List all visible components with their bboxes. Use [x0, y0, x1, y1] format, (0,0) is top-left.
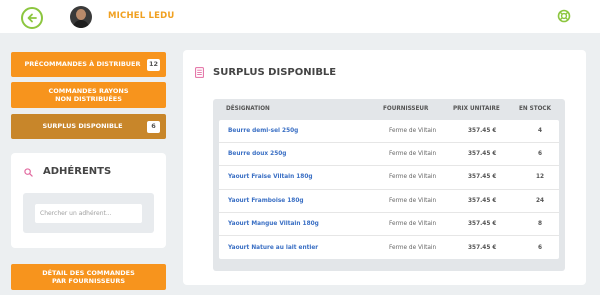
page-title: SURPLUS DISPONIBLE: [213, 67, 337, 78]
lifebuoy-icon[interactable]: [557, 9, 571, 23]
product-name[interactable]: Yaourt Nature au lait entier: [228, 245, 318, 251]
stock-count: 24: [535, 197, 545, 204]
supplier-name: Ferme de Viltain: [389, 174, 437, 181]
surplus-count-badge: 6: [147, 120, 160, 133]
product-name[interactable]: Beurre doux 250g: [228, 151, 286, 157]
table-body: Beurre demi-sel 250g Ferme de Viltain 35…: [219, 120, 559, 260]
unit-price: 357.45 €: [468, 174, 497, 181]
column-header-fournisseur[interactable]: FOURNISSEUR: [383, 106, 428, 112]
precommandes-count-badge: 12: [146, 58, 160, 71]
top-bar: MICHEL LEDU: [0, 0, 600, 33]
stock-count: 12: [535, 174, 545, 181]
unit-price: 357.45 €: [468, 151, 497, 158]
supplier-name: Ferme de Viltain: [389, 220, 437, 227]
avatar[interactable]: [70, 6, 92, 28]
stock-count: 6: [537, 151, 543, 158]
product-name[interactable]: Yaourt Fraise Viltain 180g: [228, 174, 313, 180]
table-row[interactable]: Beurre doux 250g Ferme de Viltain 357.45…: [219, 143, 559, 167]
precommandes-label: PRÉCOMMANDES À DISTRIBUER: [24, 60, 141, 69]
adherent-search-box: [23, 193, 154, 233]
surplus-disponible-label: SURPLUS DISPONIBLE: [42, 122, 123, 131]
unit-price: 357.45 €: [468, 197, 497, 204]
column-header-designation[interactable]: DÉSIGNATION: [226, 106, 270, 112]
supplier-name: Ferme de Viltain: [389, 244, 437, 251]
back-button[interactable]: [21, 7, 43, 29]
precommandes-button[interactable]: PRÉCOMMANDES À DISTRIBUER 12: [11, 52, 166, 77]
unit-price: 357.45 €: [468, 244, 497, 251]
table-row[interactable]: Yaourt Framboise 180g Ferme de Viltain 3…: [219, 190, 559, 213]
table-row[interactable]: Yaourt Nature au lait entier Ferme de Vi…: [219, 236, 559, 259]
table-row[interactable]: Yaourt Fraise Viltain 180g Ferme de Vilt…: [219, 166, 559, 190]
arrow-left-icon: [27, 13, 37, 23]
surplus-table: DÉSIGNATION FOURNISSEUR PRIX UNITAIRE EN…: [213, 99, 565, 271]
table-row[interactable]: Yaourt Mangue Viltain 180g Ferme de Vilt…: [219, 213, 559, 236]
search-icon: [24, 168, 33, 177]
supplier-name: Ferme de Viltain: [389, 151, 437, 158]
adherents-panel: ADHÉRENTS: [11, 153, 166, 248]
product-name[interactable]: Yaourt Mangue Viltain 180g: [228, 221, 319, 227]
commandes-rayons-button[interactable]: COMMANDES RAYONS NON DISTRIBUÉES: [11, 82, 166, 108]
commandes-rayons-label: COMMANDES RAYONS NON DISTRIBUÉES: [48, 86, 129, 103]
table-row[interactable]: Beurre demi-sel 250g Ferme de Viltain 35…: [219, 120, 559, 144]
stock-count: 4: [537, 128, 543, 135]
detail-commandes-button[interactable]: DÉTAIL DES COMMANDES PAR FOURNISSEURS: [11, 264, 166, 290]
supplier-name: Ferme de Viltain: [389, 128, 437, 135]
surplus-panel: SURPLUS DISPONIBLE DÉSIGNATION FOURNISSE…: [183, 50, 586, 285]
document-list-icon: [195, 67, 204, 78]
surplus-disponible-button[interactable]: SURPLUS DISPONIBLE 6: [11, 114, 166, 139]
column-header-en-stock[interactable]: EN STOCK: [519, 106, 551, 112]
detail-commandes-label: DÉTAIL DES COMMANDES PAR FOURNISSEURS: [42, 268, 135, 285]
adherents-title: ADHÉRENTS: [43, 166, 112, 177]
supplier-name: Ferme de Viltain: [389, 197, 437, 204]
unit-price: 357.45 €: [468, 220, 497, 227]
unit-price: 357.45 €: [468, 128, 497, 135]
column-header-prix-unitaire[interactable]: PRIX UNITAIRE: [453, 106, 500, 112]
adherent-search-input[interactable]: [35, 204, 142, 223]
stock-count: 6: [537, 244, 543, 251]
product-name[interactable]: Beurre demi-sel 250g: [228, 128, 298, 134]
stock-count: 8: [537, 220, 543, 227]
product-name[interactable]: Yaourt Framboise 180g: [228, 198, 304, 204]
user-name[interactable]: MICHEL LEDU: [108, 11, 175, 21]
